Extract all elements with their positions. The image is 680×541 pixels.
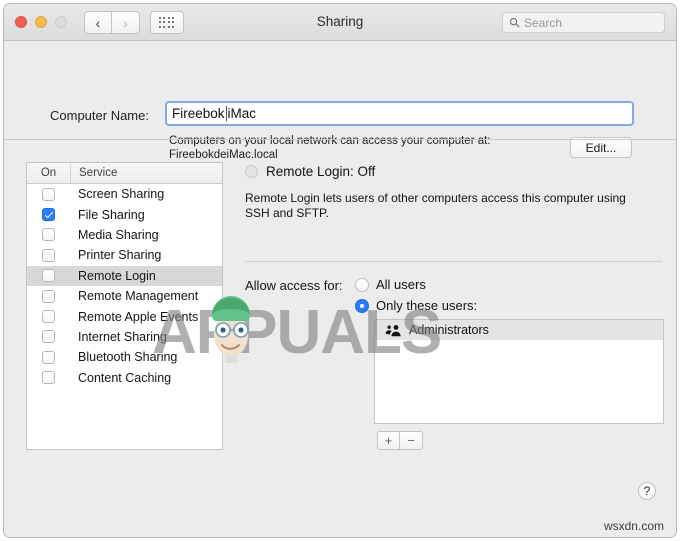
services-rows-container: Screen Sharing File Sharing Media Sharing P… xyxy=(27,184,222,388)
allowed-users-list[interactable]: Administrators xyxy=(374,319,664,424)
group-icon xyxy=(385,324,401,336)
site-watermark: wsxdn.com xyxy=(603,519,664,533)
service-checkbox[interactable] xyxy=(42,228,55,242)
radio-all-users-icon xyxy=(355,277,369,292)
service-name: Printer Sharing xyxy=(78,248,162,263)
table-row[interactable]: Content Caching xyxy=(27,368,222,388)
services-list[interactable]: On Service Screen Sharing File Sharing Med… xyxy=(26,162,223,450)
table-row[interactable]: Screen Sharing xyxy=(27,184,222,204)
service-name: Remote Apple Events xyxy=(78,309,199,324)
computer-name-input[interactable]: Fireebok iMac xyxy=(165,101,634,126)
search-field[interactable]: Search xyxy=(502,12,665,33)
service-name: Screen Sharing xyxy=(78,187,165,202)
service-checkbox[interactable] xyxy=(42,350,55,364)
service-status-line: Remote Login: Off xyxy=(245,162,654,180)
table-row[interactable]: File Sharing xyxy=(27,204,222,224)
table-row[interactable]: Remote Login xyxy=(27,265,222,286)
list-item[interactable]: Administrators xyxy=(375,320,663,340)
search-placeholder: Search xyxy=(524,15,563,30)
add-remove-user-buttons: + − xyxy=(377,431,423,450)
service-name: Media Sharing xyxy=(78,227,159,242)
service-description: Remote Login lets users of other compute… xyxy=(245,191,626,220)
service-checkbox-cell xyxy=(27,248,70,262)
window-titlebar: ‹ › Sharing Search xyxy=(4,4,676,41)
service-checkbox[interactable] xyxy=(42,187,55,201)
service-checkbox-cell xyxy=(27,228,70,242)
allow-access-label: Allow access for: xyxy=(245,278,343,293)
service-checkbox-cell xyxy=(27,289,70,303)
add-user-button[interactable]: + xyxy=(377,431,400,450)
network-note-line1: Computers on your local network can acce… xyxy=(169,135,491,147)
status-indicator-icon xyxy=(245,164,258,178)
panel-divider xyxy=(245,261,662,262)
table-row[interactable]: Remote Apple Events xyxy=(27,306,222,326)
radio-only-these-users-label: Only these users: xyxy=(376,298,478,313)
column-header-service: Service xyxy=(79,167,118,179)
computer-name-section: Computer Name: Fireebok iMac Computers o… xyxy=(4,41,676,161)
service-checkbox-cell xyxy=(27,330,70,344)
service-detail-panel: Remote Login: Off Remote Login lets user… xyxy=(245,162,654,221)
service-name: Remote Login xyxy=(78,268,156,283)
user-name: Administrators xyxy=(409,323,489,337)
sharing-preferences-window: ‹ › Sharing Search Computer Name: Fireeb… xyxy=(3,3,677,538)
service-checkbox-cell xyxy=(27,269,70,283)
table-row[interactable]: Internet Sharing xyxy=(27,327,222,347)
radio-all-users-label: All users xyxy=(376,277,426,292)
service-name: Remote Management xyxy=(78,289,199,304)
service-checkbox[interactable] xyxy=(42,289,55,303)
radio-only-these-users[interactable]: Only these users: xyxy=(355,298,477,313)
services-list-header: On Service xyxy=(27,163,222,184)
service-name: Content Caching xyxy=(78,370,172,385)
service-checkbox-cell xyxy=(27,187,70,201)
text-caret xyxy=(225,106,227,121)
table-row[interactable]: Remote Management xyxy=(27,286,222,306)
table-row[interactable]: Bluetooth Sharing xyxy=(27,347,222,367)
service-name: File Sharing xyxy=(78,207,145,222)
service-checkbox[interactable] xyxy=(42,269,55,283)
service-checkbox-cell xyxy=(27,350,70,364)
status-badge: Remote Login: Off xyxy=(266,163,376,179)
edit-button[interactable]: Edit... xyxy=(570,137,632,158)
computer-name-label: Computer Name: xyxy=(50,108,149,123)
help-button[interactable]: ? xyxy=(638,482,656,500)
service-checkbox-cell xyxy=(27,310,70,324)
service-checkbox[interactable] xyxy=(42,310,55,324)
remove-user-button[interactable]: − xyxy=(400,431,423,450)
radio-all-users[interactable]: All users xyxy=(355,277,426,292)
service-checkbox-cell xyxy=(27,371,70,385)
service-name: Bluetooth Sharing xyxy=(78,350,178,365)
service-checkbox[interactable] xyxy=(42,208,55,222)
computer-name-value-after-caret: iMac xyxy=(227,106,257,121)
column-header-on: On xyxy=(27,163,71,183)
local-hostname: FireebokdeiMac.local xyxy=(169,149,278,161)
computer-name-value-before-caret: Fireebok xyxy=(172,106,225,121)
section-divider xyxy=(4,139,676,140)
table-row[interactable]: Printer Sharing xyxy=(27,245,222,265)
service-checkbox-cell xyxy=(27,208,70,222)
service-checkbox[interactable] xyxy=(42,371,55,385)
service-name: Internet Sharing xyxy=(78,329,167,344)
service-checkbox[interactable] xyxy=(42,248,55,262)
service-checkbox[interactable] xyxy=(42,330,55,344)
search-icon xyxy=(509,17,520,28)
table-row[interactable]: Media Sharing xyxy=(27,225,222,245)
radio-only-these-users-icon xyxy=(355,298,369,313)
